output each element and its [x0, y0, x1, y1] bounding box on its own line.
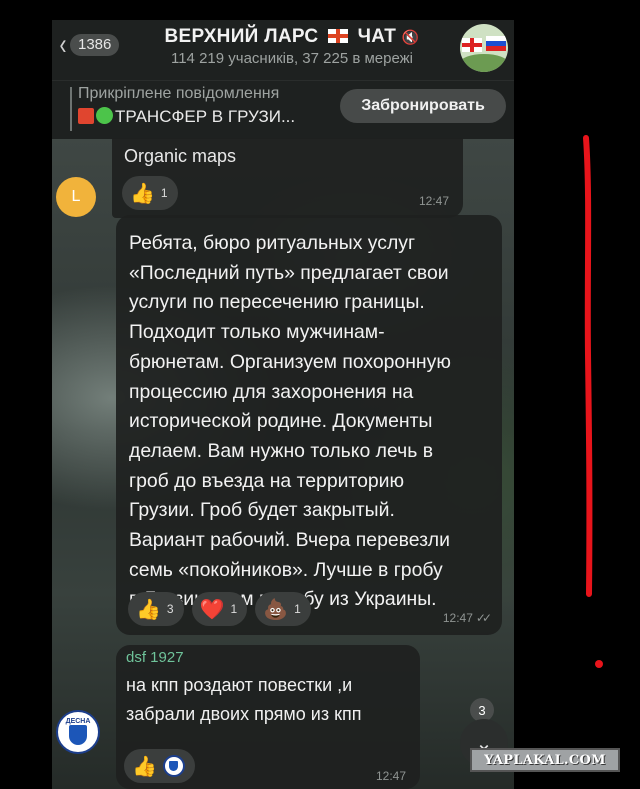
russia-flag-icon	[486, 36, 506, 51]
telegram-chat-screen: ‹ 1386 ВЕРХНИЙ ЛАРС ЧАТ 🔇 114 219 учасни…	[52, 20, 514, 789]
back-button[interactable]: ‹ 1386	[58, 28, 120, 61]
chat-avatar[interactable]	[460, 24, 508, 72]
muted-icon: 🔇	[401, 29, 420, 45]
avatar-hill-graphic	[460, 54, 508, 72]
reactions: 👍 3 ❤️ 1 💩 1	[128, 592, 311, 626]
heart-icon: ❤️	[199, 598, 225, 621]
reactor-avatar	[162, 755, 185, 777]
reactions: 👍	[124, 749, 195, 783]
message-text: на кпп роздают повестки ,и забрали двоих…	[126, 675, 362, 724]
red-marker-line	[583, 135, 593, 597]
sender-name[interactable]: dsf 1927	[126, 649, 184, 666]
message-bubble[interactable]: Organic maps 👍 1 12:47	[112, 138, 463, 218]
green-circle-icon	[96, 107, 113, 124]
message-time: 12:47	[418, 194, 449, 208]
chat-header: ‹ 1386 ВЕРХНИЙ ЛАРС ЧАТ 🔇 114 219 учасни…	[52, 20, 514, 80]
red-marker-dot	[595, 660, 603, 668]
georgia-flag-icon	[327, 29, 348, 43]
red-marker-annotation	[583, 135, 603, 668]
reaction-count: 1	[230, 602, 238, 616]
pinned-label: Прикріплене повідомлення	[78, 85, 280, 102]
user-avatar[interactable]: L	[56, 177, 96, 217]
user-avatar[interactable]: ДЕСНА	[56, 710, 100, 754]
reaction-poop[interactable]: 💩 1	[255, 592, 311, 626]
thumbs-up-icon: 👍	[130, 182, 155, 205]
georgia-flag-icon	[462, 38, 482, 52]
thumbs-up-icon: 👍	[132, 755, 157, 778]
pinned-preview: ТРАНСФЕР В ГРУЗИ...	[78, 107, 295, 127]
message-bubble[interactable]: Ребята, бюро ритуальных услуг «Последний…	[116, 215, 502, 635]
reaction-thumbs-up[interactable]: 👍 1	[122, 176, 178, 210]
reactions: 👍 1	[122, 176, 178, 210]
chevron-left-icon: ‹	[59, 28, 67, 61]
book-button[interactable]: Забронировать	[340, 89, 506, 123]
pinned-preview-text: ТРАНСФЕР В ГРУЗИ...	[115, 107, 296, 126]
reaction-heart[interactable]: ❤️ 1	[191, 592, 248, 626]
watermark-logo: YAPLAKAL.COM	[470, 748, 620, 772]
message-bubble[interactable]: dsf 1927 на кпп роздают повестки ,и забр…	[116, 645, 420, 789]
message-text: Organic maps	[124, 146, 237, 166]
reaction-thumbs-up[interactable]: 👍	[124, 749, 195, 783]
message-time: 12:47	[375, 769, 406, 783]
pinned-message-bar[interactable]: Прикріплене повідомлення ТРАНСФЕР В ГРУЗ…	[52, 80, 514, 139]
poop-icon: 💩	[263, 598, 289, 621]
message-time-text: 12:47	[442, 611, 473, 625]
message-text: Ребята, бюро ритуальных услуг «Последний…	[129, 232, 451, 611]
avatar-label: ДЕСНА	[65, 717, 91, 725]
chat-title-text: ВЕРХНИЙ ЛАРС	[164, 26, 319, 47]
reaction-count: 1	[294, 602, 301, 616]
chat-title-suffix: ЧАТ	[357, 26, 397, 47]
reaction-thumbs-up[interactable]: 👍 3	[128, 592, 184, 626]
chat-title[interactable]: ВЕРХНИЙ ЛАРС ЧАТ 🔇	[142, 26, 442, 48]
red-square-icon	[78, 108, 94, 124]
read-checkmarks-icon: ✓✓	[475, 611, 492, 625]
message-time: 12:47 ✓✓	[442, 611, 492, 625]
reaction-count: 1	[160, 186, 168, 200]
chat-member-count: 114 219 учасників, 37 225 в мережі	[170, 50, 413, 67]
thumbs-up-icon: 👍	[136, 598, 161, 621]
shield-icon	[69, 724, 87, 745]
reaction-count: 3	[166, 602, 174, 616]
pinned-indicator	[70, 87, 72, 131]
